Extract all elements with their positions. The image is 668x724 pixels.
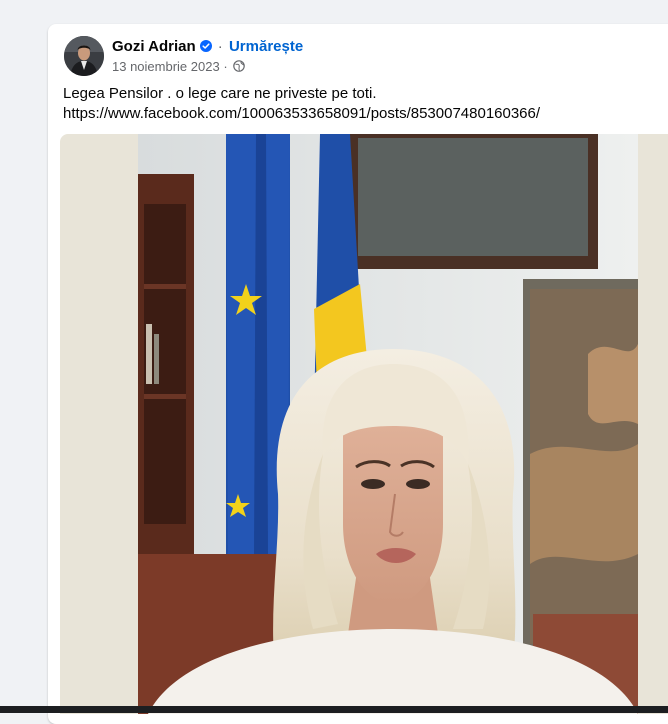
bottom-edge-bar — [0, 706, 668, 713]
post-card: Gozi Adrian · Urmărește 13 noiembrie 202… — [48, 24, 668, 724]
post-text-line: Legea Pensilor . o lege care ne priveste… — [63, 85, 377, 102]
post-photo[interactable] — [138, 134, 638, 714]
post-media[interactable] — [60, 134, 668, 714]
author-name[interactable]: Gozi Adrian — [112, 38, 196, 55]
author-row: Gozi Adrian · Urmărește — [112, 37, 303, 57]
verified-badge-icon — [199, 38, 212, 52]
author-avatar[interactable] — [64, 36, 104, 76]
post-link[interactable]: https://www.facebook.com/100063533658091… — [63, 104, 668, 124]
post-meta: 13 noiembrie 2023 · — [112, 58, 246, 76]
meta-separator: · — [223, 59, 228, 74]
globe-icon[interactable] — [233, 59, 246, 72]
avatar-image — [64, 36, 104, 76]
post-text: Legea Pensilor . o lege care ne priveste… — [63, 84, 668, 124]
post-date[interactable]: 13 noiembrie 2023 — [112, 59, 220, 74]
separator-dot: · — [217, 38, 223, 55]
post-header: Gozi Adrian · Urmărește 13 noiembrie 202… — [64, 36, 668, 78]
follow-button[interactable]: Urmărește — [229, 38, 303, 55]
